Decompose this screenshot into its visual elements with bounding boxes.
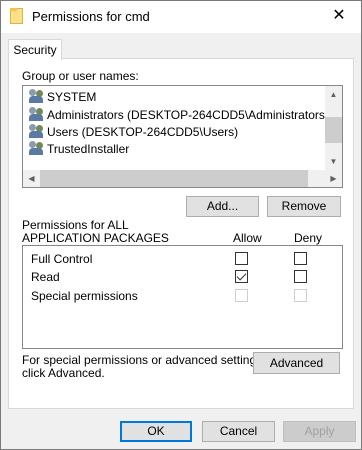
advanced-button[interactable]: Advanced — [253, 352, 340, 374]
ok-button[interactable]: OK — [120, 421, 192, 442]
permission-label-read: Read — [31, 270, 60, 284]
horizontal-scrollbar[interactable]: ◀ ▶ — [23, 170, 342, 187]
list-item-label: Administrators (DESKTOP-264CDD5\Administ… — [47, 108, 329, 122]
list-item-label: TrustedInstaller — [47, 142, 130, 156]
scroll-right-icon[interactable]: ▶ — [325, 170, 342, 187]
read-allow-checkbox[interactable] — [235, 270, 248, 283]
list-item[interactable]: Users (DESKTOP-264CDD5\Users) — [29, 124, 238, 140]
list-item[interactable]: TrustedInstaller — [29, 141, 129, 157]
title-bar[interactable]: Permissions for cmd ✕ — [1, 1, 361, 33]
list-item-label: SYSTEM — [47, 90, 97, 104]
users-group-icon — [29, 107, 44, 121]
permissions-for-label-line1: Permissions for ALL — [22, 218, 129, 232]
deny-column-header: Deny — [294, 231, 323, 245]
users-group-icon — [29, 141, 44, 155]
permissions-for-label-line2: APPLICATION PACKAGES — [22, 231, 169, 245]
apply-button: Apply — [283, 421, 356, 442]
special-deny-checkbox — [294, 289, 307, 302]
full-control-deny-checkbox[interactable] — [294, 252, 307, 265]
full-control-allow-checkbox[interactable] — [235, 252, 248, 265]
advanced-hint-line2: click Advanced. — [22, 366, 105, 380]
horizontal-scroll-thumb[interactable] — [40, 170, 308, 187]
scroll-down-icon[interactable]: ▼ — [325, 153, 342, 170]
add-button[interactable]: Add... — [186, 196, 259, 217]
read-deny-checkbox[interactable] — [294, 270, 307, 283]
tab-security[interactable]: Security — [8, 39, 62, 60]
group-user-listbox[interactable]: SYSTEM Administrators (DESKTOP-264CDD5\A… — [22, 85, 343, 188]
special-allow-checkbox — [235, 289, 248, 302]
vertical-scrollbar[interactable]: ▲ ▼ — [325, 86, 342, 170]
list-item[interactable]: Administrators (DESKTOP-264CDD5\Administ… — [29, 107, 329, 123]
list-item-label: Users (DESKTOP-264CDD5\Users) — [47, 125, 239, 139]
vertical-scroll-thumb[interactable] — [325, 117, 342, 143]
permission-label-full-control: Full Control — [31, 252, 93, 266]
scroll-up-icon[interactable]: ▲ — [325, 86, 342, 103]
permission-label-special: Special permissions — [31, 289, 138, 303]
allow-column-header: Allow — [233, 231, 262, 245]
advanced-hint-line1: For special permissions or advanced sett… — [22, 353, 266, 367]
window-title: Permissions for cmd — [32, 9, 150, 24]
permissions-list: Full Control Read Special permissions — [22, 245, 343, 349]
users-group-icon — [29, 89, 44, 103]
list-item[interactable]: SYSTEM — [29, 89, 96, 105]
users-group-icon — [29, 124, 44, 138]
permissions-dialog: Permissions for cmd ✕ Security Group or … — [0, 0, 362, 450]
folder-icon — [10, 8, 23, 24]
close-button[interactable]: ✕ — [317, 1, 361, 31]
scroll-left-icon[interactable]: ◀ — [23, 170, 40, 187]
remove-button[interactable]: Remove — [267, 196, 341, 217]
cancel-button[interactable]: Cancel — [202, 421, 275, 442]
group-names-label: Group or user names: — [22, 69, 139, 83]
